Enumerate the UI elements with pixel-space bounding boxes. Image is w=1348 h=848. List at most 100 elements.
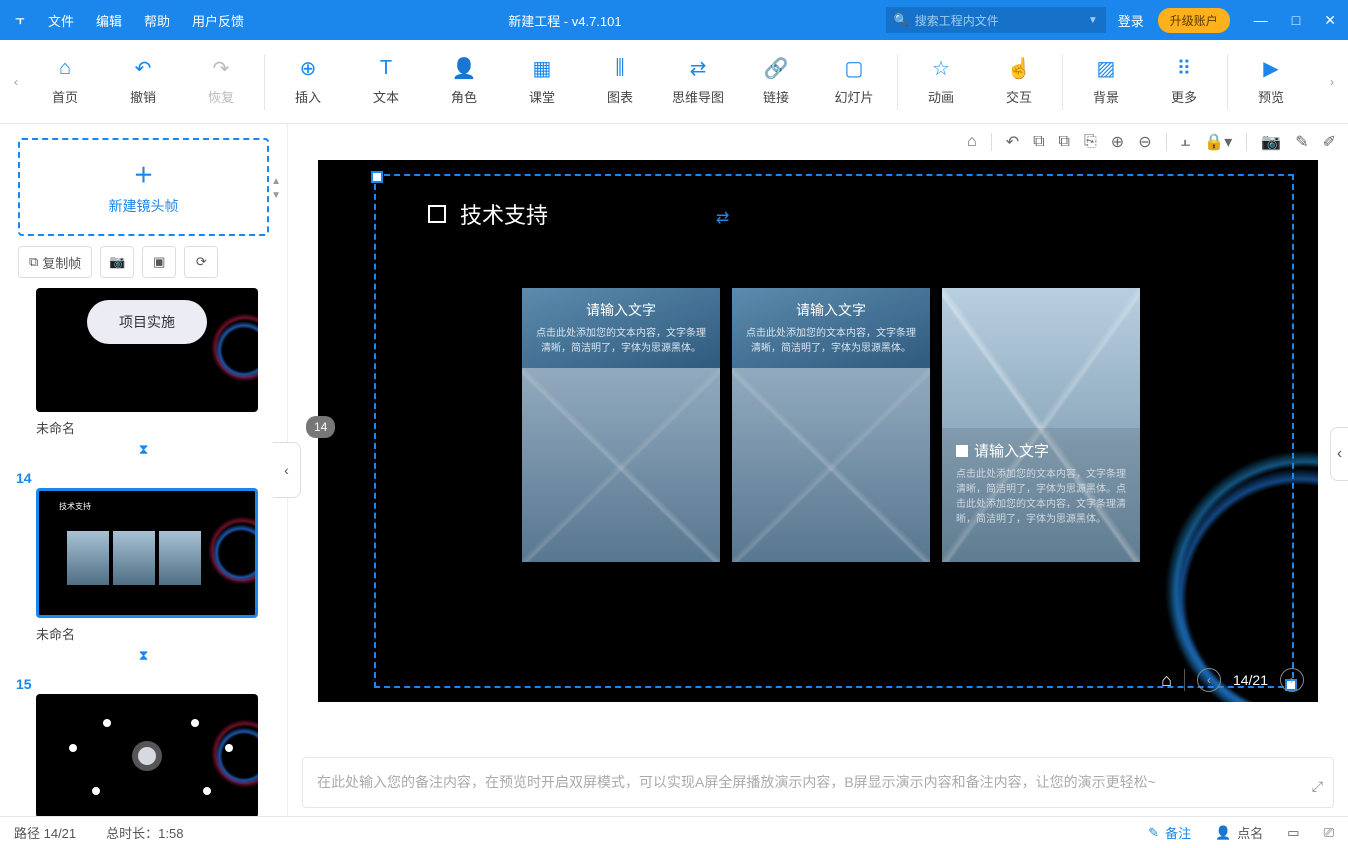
- ct-zoomin-icon[interactable]: ⊕: [1111, 132, 1124, 152]
- home-icon[interactable]: ⌂: [1161, 670, 1172, 691]
- sidebar-collapse-handle[interactable]: ‹: [273, 442, 301, 498]
- ct-copy2-icon[interactable]: ⧉: [1059, 133, 1070, 151]
- slide[interactable]: 技术支持 ⇄ 请输入文字点击此处添加您的文本内容，文字条理清晰，简洁明了，字体为…: [318, 160, 1318, 702]
- ct-lock-icon[interactable]: 🔒▾: [1204, 132, 1232, 152]
- ribbon-icon: 🔗: [765, 57, 787, 79]
- menu-help[interactable]: 帮助: [144, 11, 170, 30]
- menu-feedback[interactable]: 用户反馈: [192, 11, 244, 30]
- ribbon-文本[interactable]: T 文本: [347, 54, 425, 110]
- card-3-title: 请输入文字: [956, 440, 1126, 461]
- right-panel-expand[interactable]: ‹: [1330, 427, 1348, 481]
- decorative-swirl: [1118, 382, 1318, 702]
- present-button[interactable]: ▭: [1287, 825, 1299, 841]
- ribbon-幻灯片[interactable]: ▢幻灯片: [815, 54, 893, 110]
- next-slide-button[interactable]: ›: [1280, 668, 1304, 692]
- path-icon: ⟳: [196, 254, 207, 270]
- thumb-divider-icon[interactable]: ⧗: [8, 439, 279, 460]
- slide-title[interactable]: 技术支持: [428, 198, 548, 230]
- ribbon-撤销[interactable]: ↶撤销: [104, 54, 182, 110]
- ct-zoomout-icon[interactable]: ⊖: [1138, 132, 1151, 152]
- ct-copy-icon[interactable]: ⧉: [1033, 133, 1044, 151]
- ribbon-首页[interactable]: ⌂首页: [26, 54, 104, 110]
- ribbon-预览[interactable]: ▶预览: [1232, 54, 1310, 110]
- thumb-1[interactable]: 项目实施: [36, 288, 258, 412]
- slide-nav: ⌂ ‹ 14/21 ›: [1161, 668, 1304, 692]
- copy-frame-button[interactable]: ⧉复制帧: [18, 246, 92, 278]
- notes-toggle[interactable]: ✎备注: [1148, 823, 1191, 842]
- ribbon-背景[interactable]: ▨背景: [1067, 54, 1145, 110]
- ribbon-icon: ▢: [843, 57, 865, 79]
- ribbon-icon: ↷: [210, 57, 232, 79]
- card-1[interactable]: 请输入文字点击此处添加您的文本内容，文字条理清晰，简洁明了，字体为思源黑体。: [522, 288, 720, 562]
- ribbon-prev[interactable]: ‹: [6, 47, 26, 117]
- ct-align-icon[interactable]: ⫠: [1181, 133, 1191, 151]
- chevron-down-icon[interactable]: ▼: [1088, 15, 1098, 26]
- camera-button[interactable]: 📷: [100, 246, 134, 278]
- ct-snapshot-icon[interactable]: 📷: [1261, 132, 1281, 152]
- thumb-number: 15: [8, 674, 279, 694]
- ct-home-icon[interactable]: ⌂: [967, 133, 977, 151]
- ribbon-icon: T: [375, 57, 397, 79]
- qr-icon: ▣: [153, 254, 165, 270]
- ribbon-插入[interactable]: ⊕插入: [269, 54, 347, 110]
- screen-icon: ▭: [1287, 825, 1299, 841]
- ribbon-思维导图[interactable]: ⇄思维导图: [659, 54, 737, 110]
- login-link[interactable]: 登录: [1118, 11, 1144, 30]
- card-2[interactable]: 请输入文字点击此处添加您的文本内容，文字条理清晰，简洁明了，字体为思源黑体。: [732, 288, 930, 562]
- rollcall-button[interactable]: 👤点名: [1215, 823, 1263, 842]
- expand-icon[interactable]: ⤢: [1312, 774, 1323, 799]
- ribbon-label: 交互: [1006, 87, 1032, 106]
- notes-icon: ✎: [1148, 825, 1159, 841]
- ribbon-链接[interactable]: 🔗链接: [737, 54, 815, 110]
- new-frame-button[interactable]: ＋ 新建镜头帧: [18, 138, 269, 236]
- canvas-toolbar: ⌂ ↶ ⧉ ⧉ ⎘ ⊕ ⊖ ⫠ 🔒▾ 📷 ✎ ✐: [288, 124, 1348, 160]
- search-placeholder: 搜索工程内文件: [915, 12, 999, 29]
- minimize-button[interactable]: —: [1254, 12, 1268, 29]
- ribbon-icon: ☆: [930, 57, 952, 79]
- prev-slide-button[interactable]: ‹: [1197, 668, 1221, 692]
- close-button[interactable]: ✕: [1324, 12, 1336, 29]
- thumb-divider-icon[interactable]: ⧗: [8, 645, 279, 666]
- thumb-3[interactable]: [36, 694, 258, 816]
- slide-title-text: 技术支持: [460, 198, 548, 230]
- scroll-down-icon[interactable]: ▼: [271, 190, 281, 201]
- scroll-up-icon[interactable]: ▲: [271, 176, 281, 187]
- ribbon-恢复[interactable]: ↷ 恢复: [182, 54, 260, 110]
- ct-annotate-icon[interactable]: ✐: [1323, 132, 1336, 152]
- menu-file[interactable]: 文件: [48, 11, 74, 30]
- ribbon-label: 背景: [1093, 87, 1119, 106]
- card-3[interactable]: 请输入文字点击此处添加您的文本内容，文字条理清晰，简洁明了，字体为思源黑体。点击…: [942, 288, 1140, 562]
- menu-edit[interactable]: 编辑: [96, 11, 122, 30]
- card-1-text: 点击此处添加您的文本内容，文字条理清晰，简洁明了，字体为思源黑体。: [536, 326, 706, 356]
- record-button[interactable]: ⎚: [1324, 825, 1334, 841]
- thumb-2[interactable]: 技术支持: [36, 488, 258, 618]
- maximize-button[interactable]: □: [1292, 12, 1300, 29]
- search-box[interactable]: 🔍 搜索工程内文件 ▼: [886, 7, 1106, 33]
- ribbon-课堂[interactable]: ▦课堂: [503, 54, 581, 110]
- mid-handle-icon[interactable]: ⇄: [716, 208, 729, 228]
- ct-undo-icon[interactable]: ↶: [1006, 132, 1019, 152]
- card-1-title: 请输入文字: [536, 300, 706, 320]
- qr-button[interactable]: ▣: [142, 246, 176, 278]
- ribbon-label: 课堂: [529, 87, 555, 106]
- path-button[interactable]: ⟳: [184, 246, 218, 278]
- ribbon-label: 更多: [1171, 87, 1197, 106]
- notes-area[interactable]: 在此处输入您的备注内容，在预览时开启双屏模式，可以实现A屏全屏播放演示内容，B屏…: [302, 757, 1334, 808]
- ribbon-动画[interactable]: ☆ 动画: [902, 54, 980, 110]
- ribbon-next[interactable]: ›: [1322, 47, 1342, 117]
- ribbon-label: 首页: [52, 87, 78, 106]
- ribbon-label: 文本: [373, 87, 399, 106]
- ct-paste-icon[interactable]: ⎘: [1084, 133, 1097, 151]
- ct-edit-icon[interactable]: ✎: [1295, 132, 1308, 152]
- canvas-viewport[interactable]: 14 技术支持 ⇄ 请输入文字点击此处添加您的文本内容，文字条理清晰，简洁明了，…: [288, 160, 1348, 749]
- ribbon-交互[interactable]: ☝交互: [980, 54, 1058, 110]
- ribbon-角色[interactable]: 👤角色: [425, 54, 503, 110]
- workspace: ▲ ▼ ＋ 新建镜头帧 ⧉复制帧 📷 ▣ ⟳ 项目实施未命名⧗14技术支持未命名…: [0, 124, 1348, 816]
- upgrade-button[interactable]: 升级账户: [1158, 8, 1230, 33]
- ribbon-图表[interactable]: ⫼图表: [581, 54, 659, 110]
- ribbon-label: 动画: [928, 87, 954, 106]
- thumbnail-sidebar: ▲ ▼ ＋ 新建镜头帧 ⧉复制帧 📷 ▣ ⟳ 项目实施未命名⧗14技术支持未命名…: [0, 124, 288, 816]
- ribbon-icon: ⊕: [297, 57, 319, 79]
- ribbon-更多[interactable]: ⠿更多: [1145, 54, 1223, 110]
- ribbon-label: 恢复: [208, 87, 234, 106]
